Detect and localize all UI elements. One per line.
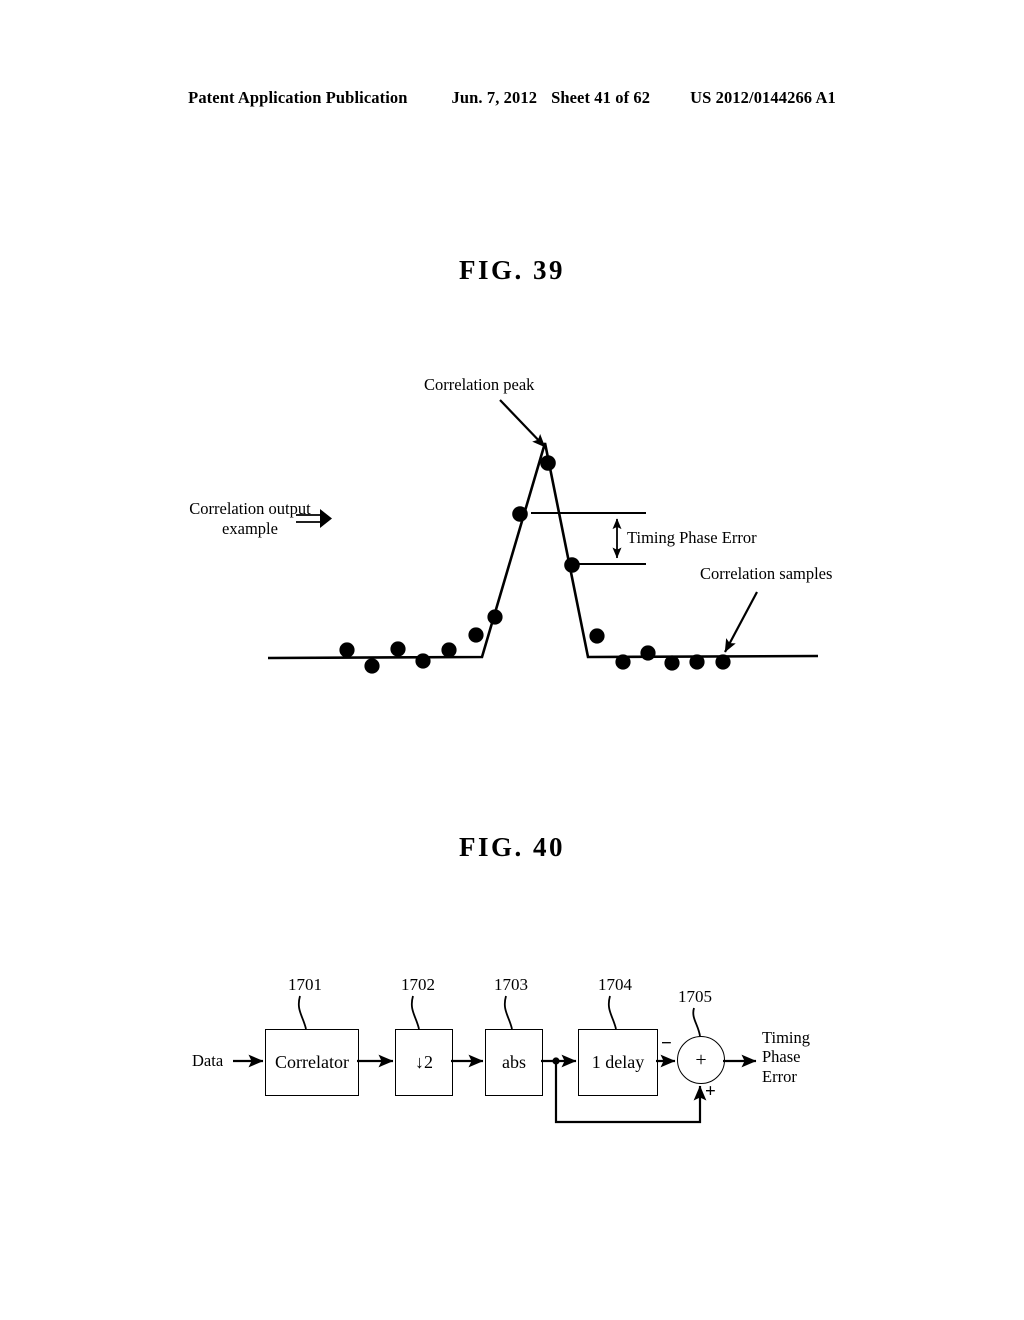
fig39-correlation-curve bbox=[267, 442, 819, 660]
fig39-correlation-peak-leader-arrow bbox=[499, 399, 546, 448]
fig40-signal-paths bbox=[233, 1054, 757, 1124]
fig40-reference-leader-lines bbox=[297, 995, 701, 1037]
fig39-correlation-sample-dots bbox=[339, 455, 731, 674]
fig39-correlation-samples-leader-arrow bbox=[724, 591, 758, 653]
figure-drawing-layer bbox=[233, 399, 819, 1124]
fig39-correlation-output-example-arrow bbox=[296, 509, 332, 528]
patent-figure-page: Patent Application Publication Jun. 7, 2… bbox=[0, 0, 1024, 1320]
fig39-timing-phase-error-bracket bbox=[531, 512, 646, 565]
